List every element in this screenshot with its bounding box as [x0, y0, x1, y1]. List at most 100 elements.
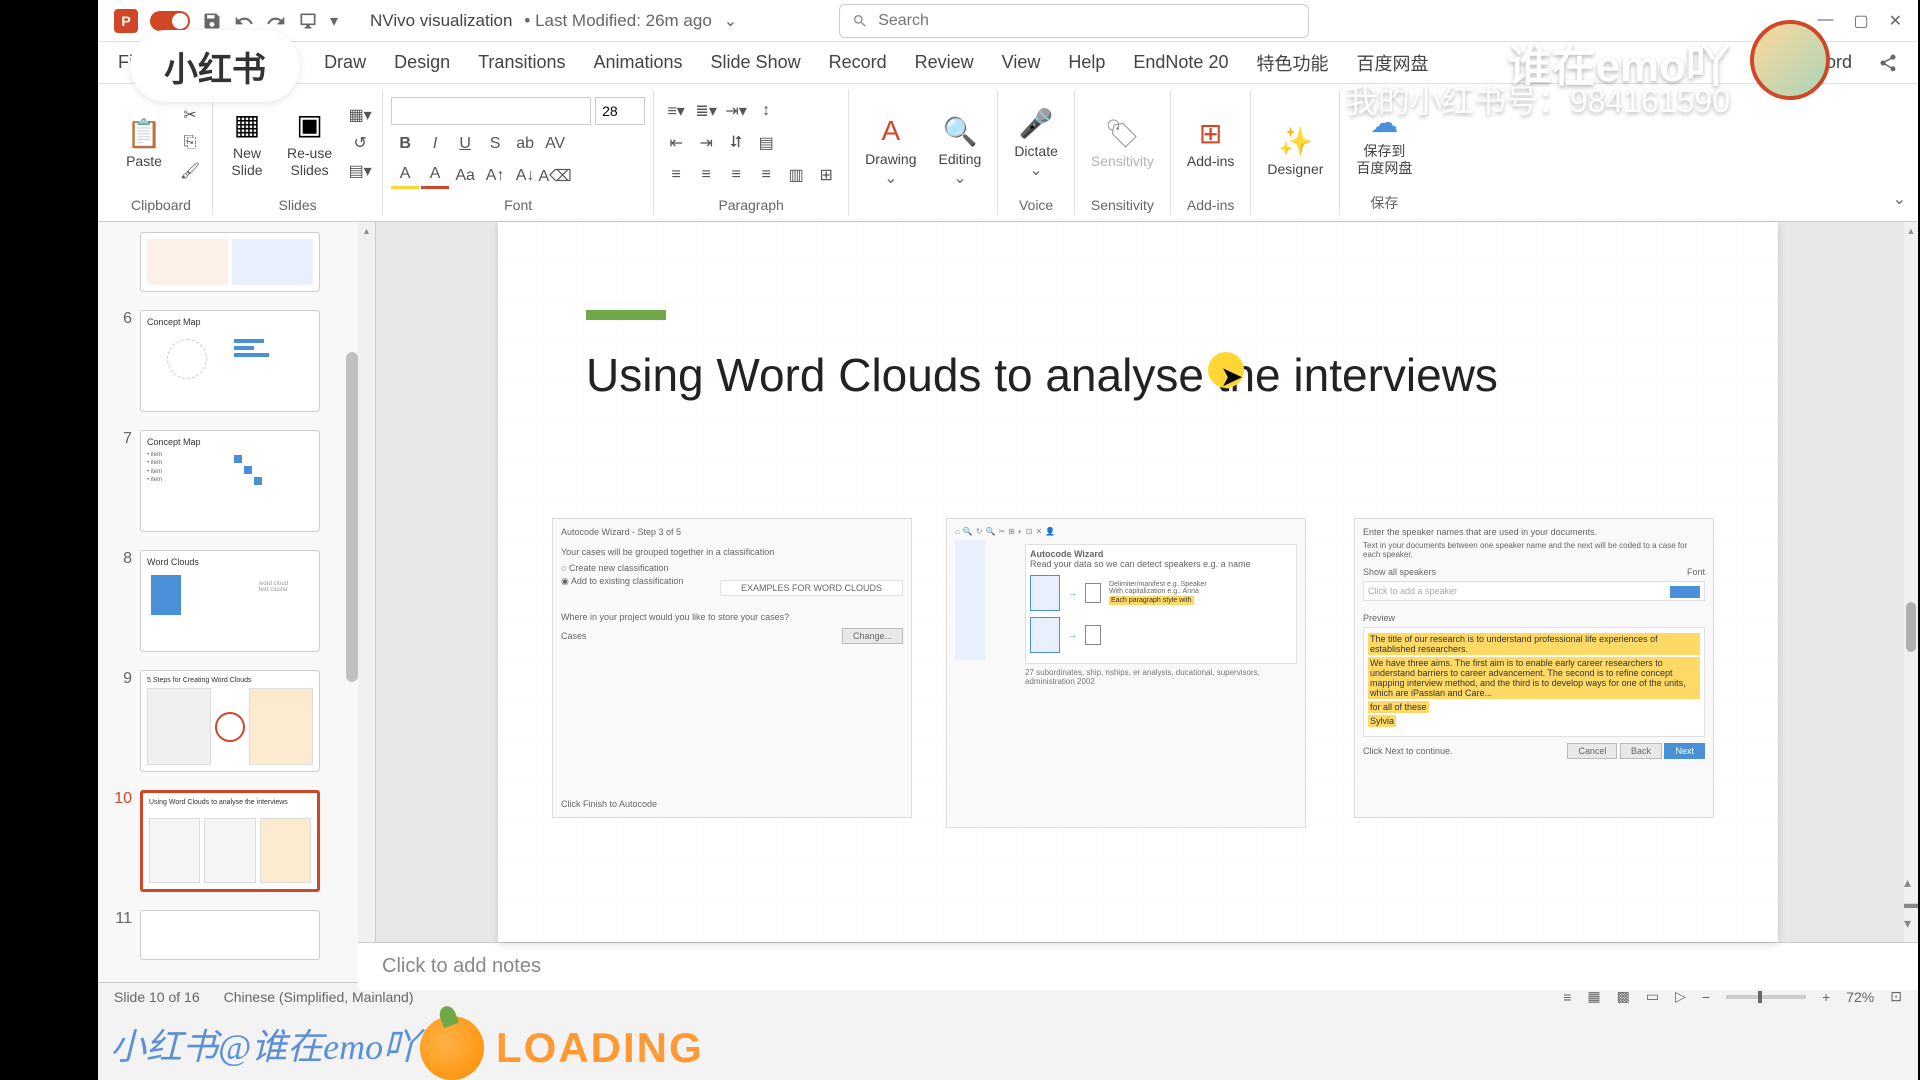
slide-thumb-11[interactable]	[140, 910, 320, 960]
tab-slideshow[interactable]: Slide Show	[711, 48, 801, 77]
increase-indent-icon[interactable]: ⇥	[692, 130, 720, 156]
slide-image-2[interactable]: ⌂🔍↻🔍✂⊞◐⊡✕👤 Autocode Wizard Read your dat…	[946, 518, 1306, 828]
tab-design[interactable]: Design	[394, 48, 450, 77]
align-left-icon[interactable]: ≡	[662, 162, 690, 188]
search-box[interactable]	[839, 4, 1309, 38]
change-case-icon[interactable]: Aa	[451, 163, 479, 189]
smartart-icon[interactable]: ⊞	[812, 162, 840, 188]
paste-button[interactable]: 📋 Paste	[118, 111, 170, 174]
save-icon[interactable]	[202, 11, 222, 31]
strikethrough-icon[interactable]: S	[481, 131, 509, 157]
font-color-icon[interactable]: A	[421, 163, 449, 189]
undo-icon[interactable]	[234, 11, 254, 31]
tab-baidu[interactable]: 百度网盘	[1356, 46, 1428, 80]
slide-nav-icon[interactable]: ▬	[1904, 895, 1918, 911]
layout-icon[interactable]: ▦▾	[346, 102, 374, 128]
shadow-icon[interactable]: ab	[511, 131, 539, 157]
slideshow-view-icon[interactable]: ▷	[1675, 988, 1686, 1005]
tab-transitions[interactable]: Transitions	[478, 48, 565, 77]
increase-font-icon[interactable]: A↑	[481, 163, 509, 189]
slide-thumb-10[interactable]: Using Word Clouds to analyse the intervi…	[140, 790, 320, 892]
addins-button[interactable]: ⊞ Add-ins	[1179, 111, 1242, 174]
font-family-select[interactable]	[391, 97, 591, 125]
text-direction-icon[interactable]: ⮃	[722, 130, 750, 156]
autosave-toggle[interactable]	[150, 11, 190, 31]
prev-slide-icon[interactable]: ▴	[1904, 874, 1918, 891]
format-painter-icon[interactable]: 🖌	[176, 158, 204, 184]
maximize-icon[interactable]: ▢	[1853, 11, 1868, 31]
dictate-button[interactable]: 🎤 Dictate ⌄	[1006, 101, 1066, 184]
fit-window-icon[interactable]: ⊡	[1890, 988, 1902, 1005]
present-icon[interactable]	[298, 11, 318, 31]
tab-special[interactable]: 特色功能	[1256, 46, 1328, 80]
copy-icon[interactable]: ⎘	[176, 130, 204, 156]
slide-thumb-5[interactable]	[140, 232, 320, 292]
notes-pane[interactable]: Click to add notes	[358, 942, 1918, 990]
decrease-font-icon[interactable]: A↓	[511, 163, 539, 189]
tab-view[interactable]: View	[1002, 48, 1041, 77]
tab-animations[interactable]: Animations	[593, 48, 682, 77]
highlight-icon[interactable]: A	[391, 163, 419, 189]
clear-format-icon[interactable]: A⌫	[541, 163, 569, 189]
underline-icon[interactable]: U	[451, 131, 479, 157]
normal-view-icon[interactable]: ▦	[1587, 988, 1600, 1005]
reuse-slides-button[interactable]: ▣ Re-use Slides	[279, 103, 340, 183]
align-right-icon[interactable]: ≡	[722, 162, 750, 188]
tab-endnote[interactable]: EndNote 20	[1133, 48, 1228, 77]
italic-icon[interactable]: I	[421, 131, 449, 157]
last-modified[interactable]: • Last Modified: 26m ago	[524, 11, 711, 31]
align-text-icon[interactable]: ▤	[752, 130, 780, 156]
redo-icon[interactable]	[266, 11, 286, 31]
tab-review[interactable]: Review	[915, 48, 974, 77]
designer-button[interactable]: ✨ Designer	[1259, 119, 1331, 182]
editor-scrollbar-thumb[interactable]	[1906, 602, 1916, 652]
qat-more-icon[interactable]: ▾	[330, 11, 338, 31]
zoom-in-icon[interactable]: +	[1822, 989, 1830, 1005]
reset-icon[interactable]: ↺	[346, 130, 374, 156]
align-center-icon[interactable]: ≡	[692, 162, 720, 188]
tab-help[interactable]: Help	[1068, 48, 1105, 77]
reading-view-icon[interactable]: ▭	[1646, 988, 1659, 1005]
zoom-level[interactable]: 72%	[1846, 989, 1874, 1005]
font-size-select[interactable]: 28	[595, 97, 645, 125]
columns-icon[interactable]: ▥	[782, 162, 810, 188]
search-input[interactable]	[878, 12, 1296, 30]
line-spacing-icon[interactable]: ↕	[752, 98, 780, 124]
tab-record[interactable]: Record	[829, 48, 887, 77]
drawing-button[interactable]: A Drawing ⌄	[857, 109, 924, 192]
bullets-icon[interactable]: ≡▾	[662, 98, 690, 124]
close-icon[interactable]: ✕	[1889, 11, 1902, 31]
list-level-icon[interactable]: ⇥▾	[722, 98, 750, 124]
slide-canvas[interactable]: Using Word Clouds to analyse the intervi…	[498, 222, 1778, 942]
next-slide-icon[interactable]: ▾	[1904, 915, 1918, 932]
slide-image-1[interactable]: Autocode Wizard - Step 3 of 5 Your cases…	[552, 518, 912, 818]
new-slide-button[interactable]: ▦ New Slide	[221, 103, 273, 183]
editor-scrollbar[interactable]: ▴ ▴ ▬ ▾	[1904, 222, 1918, 942]
slide-thumbnail-panel[interactable]: 6 Concept Map 7 Concept Map • item• item…	[98, 222, 358, 982]
share-icon[interactable]	[1878, 53, 1898, 73]
thumbnail-scrollbar[interactable]	[346, 352, 358, 682]
justify-icon[interactable]: ≡	[752, 162, 780, 188]
slide-image-3[interactable]: Enter the speaker names that are used in…	[1354, 518, 1714, 818]
section-icon[interactable]: ▤▾	[346, 158, 374, 184]
slide-thumb-7[interactable]: Concept Map • item• item• item• item	[140, 430, 320, 532]
slide-thumb-9[interactable]: 5 Steps for Creating Word Clouds	[140, 670, 320, 772]
slide-thumb-8[interactable]: Word Clouds word cloudtext cluster	[140, 550, 320, 652]
editing-button[interactable]: 🔍 Editing ⌄	[931, 109, 990, 192]
slide-title-text[interactable]: Using Word Clouds to analyse the intervi…	[586, 348, 1498, 402]
bold-icon[interactable]: B	[391, 131, 419, 157]
language-status[interactable]: Chinese (Simplified, Mainland)	[224, 989, 414, 1005]
sorter-view-icon[interactable]: ▩	[1617, 988, 1630, 1005]
slide-thumb-6[interactable]: Concept Map	[140, 310, 320, 412]
decrease-indent-icon[interactable]: ⇤	[662, 130, 690, 156]
minimize-icon[interactable]: —	[1817, 11, 1833, 31]
numbering-icon[interactable]: ≣▾	[692, 98, 720, 124]
collapse-ribbon-icon[interactable]: ⌄	[1893, 189, 1906, 209]
zoom-out-icon[interactable]: −	[1702, 989, 1710, 1005]
notes-toggle[interactable]: ≡	[1563, 989, 1571, 1005]
cut-icon[interactable]: ✂	[176, 102, 204, 128]
sensitivity-button[interactable]: 🏷 Sensitivity	[1083, 111, 1162, 174]
char-spacing-icon[interactable]: AV	[541, 131, 569, 157]
tab-draw[interactable]: Draw	[324, 48, 366, 77]
modified-dropdown-icon[interactable]: ⌄	[724, 11, 737, 31]
